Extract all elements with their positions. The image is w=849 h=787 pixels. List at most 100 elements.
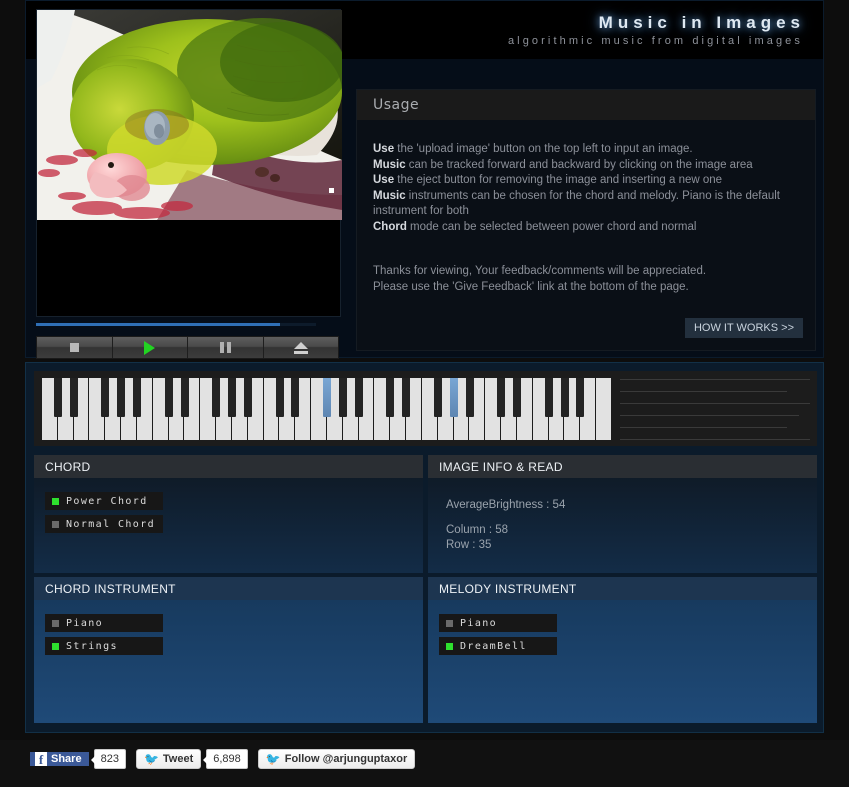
column-value: Column : 58 xyxy=(446,524,509,536)
thanks-block: Thanks for viewing, Your feedback/commen… xyxy=(373,263,797,295)
piano-black-key[interactable] xyxy=(243,378,252,417)
play-button[interactable] xyxy=(112,337,188,358)
chord-panel-body: Power Chord Normal Chord xyxy=(34,478,423,573)
thanks-line-2: Please use the 'Give Feedback' link at t… xyxy=(373,281,689,293)
image-viewer[interactable] xyxy=(36,9,342,317)
piano-black-key[interactable] xyxy=(133,378,141,417)
pause-button[interactable] xyxy=(188,337,264,358)
chord-instrument-options: Piano Strings xyxy=(34,600,423,655)
piano-black-key[interactable] xyxy=(560,378,569,417)
piano-black-key[interactable] xyxy=(69,378,78,417)
piano-black-key[interactable] xyxy=(53,378,62,417)
piano-black-key[interactable] xyxy=(164,378,173,417)
play-icon xyxy=(144,340,156,355)
facebook-share-button[interactable]: f Share xyxy=(30,752,89,766)
piano-keyboard[interactable] xyxy=(42,378,612,440)
page-root: Music in Images algorithmic music from d… xyxy=(0,0,849,787)
piano-white-key[interactable] xyxy=(595,378,612,440)
row-value: Row : 35 xyxy=(446,539,492,551)
melody-instrument-body: Piano DreamBell xyxy=(428,600,817,723)
chord-option-power[interactable]: Power Chord xyxy=(45,492,163,510)
piano-black-key[interactable] xyxy=(465,378,474,417)
facebook-share-label: Share xyxy=(51,753,82,765)
eject-button[interactable] xyxy=(263,337,338,358)
led-indicator-icon xyxy=(52,619,59,627)
usage-line-lead: Music xyxy=(373,189,406,202)
staff-line xyxy=(620,427,788,428)
eject-icon xyxy=(293,341,308,354)
uploaded-image[interactable] xyxy=(37,10,342,220)
piano-black-key[interactable] xyxy=(180,378,189,417)
melody-instrument-option-dreambell[interactable]: DreamBell xyxy=(439,637,557,655)
twitter-follow-label: Follow @arjunguptaxor xyxy=(284,753,408,765)
melody-instrument-option-piano[interactable]: Piano xyxy=(439,614,557,632)
piano-black-key[interactable] xyxy=(576,378,585,417)
tweet-group: 🐦 Tweet 6,898 xyxy=(135,749,248,769)
chord-instrument-option-label: Piano xyxy=(66,617,104,629)
image-info-body: AverageBrightness : 54 Column : 58 Row :… xyxy=(428,478,817,573)
social-buttons: f Share 823 🐦 Tweet 6,898 🐦 Follow @arju… xyxy=(30,749,416,769)
piano-black-key[interactable] xyxy=(354,378,363,417)
page-title: Music in Images xyxy=(598,13,805,32)
usage-line-rest: mode can be selected between power chord… xyxy=(406,220,697,233)
chord-instrument-panel: CHORD INSTRUMENT Piano Strings xyxy=(34,577,423,723)
usage-line: Use the 'upload image' button on the top… xyxy=(373,142,797,158)
piano-black-key[interactable] xyxy=(386,378,395,417)
twitter-follow-button[interactable]: 🐦 Follow @arjunguptaxor xyxy=(257,749,416,769)
facebook-icon: f xyxy=(35,752,47,766)
facebook-share-group: f Share 823 xyxy=(30,749,126,769)
usage-line: Chord mode can be selected between power… xyxy=(373,220,797,236)
parrot-photo xyxy=(37,10,342,220)
usage-body: Use the 'upload image' button on the top… xyxy=(357,120,815,295)
pause-icon xyxy=(219,342,231,353)
stop-button[interactable] xyxy=(37,337,113,358)
piano-black-key[interactable] xyxy=(544,378,553,417)
piano-row xyxy=(34,371,817,446)
how-it-works-button[interactable]: HOW IT WORKS >> xyxy=(684,318,803,338)
melody-instrument-options: Piano DreamBell xyxy=(428,600,817,655)
usage-line: Music instruments can be chosen for the … xyxy=(373,189,797,220)
staff-line xyxy=(620,391,788,392)
tweet-count: 6,898 xyxy=(203,749,248,769)
control-grid: CHORD Power Chord Normal Chord IMAGE INF… xyxy=(34,455,817,723)
led-indicator-icon xyxy=(52,497,59,505)
piano-black-key[interactable] xyxy=(513,378,521,417)
piano-black-key[interactable] xyxy=(402,378,411,417)
piano-black-key[interactable] xyxy=(291,378,300,417)
piano-black-key[interactable] xyxy=(275,378,284,417)
chord-instrument-option-piano[interactable]: Piano xyxy=(45,614,163,632)
led-indicator-icon xyxy=(52,642,59,650)
page-subtitle: algorithmic music from digital images xyxy=(507,35,803,47)
usage-line-lead: Use xyxy=(373,143,395,155)
piano-key-active[interactable] xyxy=(323,378,331,417)
usage-line: Music can be tracked forward and backwar… xyxy=(373,158,797,174)
twitter-bird-icon: 🐦 xyxy=(143,752,159,766)
usage-line-lead: Chord xyxy=(373,220,407,233)
led-indicator-icon xyxy=(446,619,453,627)
chord-option-label: Normal Chord xyxy=(66,518,156,530)
tweet-button[interactable]: 🐦 Tweet xyxy=(135,749,202,769)
usage-line: Use the eject button for removing the im… xyxy=(373,173,797,189)
playback-progress-track[interactable] xyxy=(36,323,316,326)
piano-black-key[interactable] xyxy=(101,378,110,417)
image-cursor-marker xyxy=(329,188,334,193)
piano-black-key[interactable] xyxy=(228,378,236,417)
piano-black-key[interactable] xyxy=(497,378,506,417)
led-indicator-icon xyxy=(446,642,453,650)
facebook-share-count: 823 xyxy=(90,749,126,769)
piano-black-key[interactable] xyxy=(338,378,347,417)
chord-option-normal[interactable]: Normal Chord xyxy=(45,515,163,533)
piano-key-active[interactable] xyxy=(449,378,458,417)
average-brightness-value: AverageBrightness : 54 xyxy=(446,499,566,511)
chord-panel-heading: CHORD xyxy=(34,455,423,478)
image-info-panel: IMAGE INFO & READ AverageBrightness : 54… xyxy=(428,455,817,573)
chord-instrument-option-strings[interactable]: Strings xyxy=(45,637,163,655)
stop-icon xyxy=(69,343,79,352)
tweet-label: Tweet xyxy=(162,753,194,765)
piano-black-key[interactable] xyxy=(212,378,221,417)
piano-black-key[interactable] xyxy=(433,378,442,417)
staff-line xyxy=(620,403,810,404)
chord-panel: CHORD Power Chord Normal Chord xyxy=(34,455,423,573)
main-panel: CHORD Power Chord Normal Chord IMAGE INF… xyxy=(25,362,824,733)
piano-black-key[interactable] xyxy=(117,378,126,417)
